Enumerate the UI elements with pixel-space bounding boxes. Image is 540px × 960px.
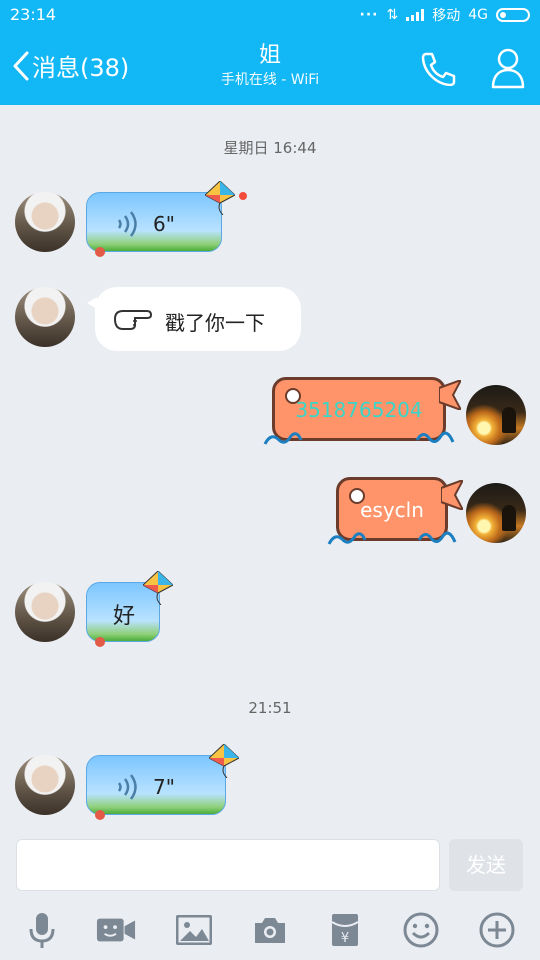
wave-decoration	[415, 431, 455, 443]
voice-message[interactable]: 7"	[86, 744, 239, 820]
emoji-icon	[403, 912, 439, 948]
camera-button[interactable]	[250, 910, 290, 950]
chat-subtitle: 手机在线 - WiFi	[220, 72, 320, 88]
voice-message[interactable]: 6"	[86, 181, 235, 257]
chat-title-block: 姐 手机在线 - WiFi	[170, 42, 370, 90]
message-text: esycln	[360, 498, 424, 522]
send-button[interactable]: 发送	[449, 839, 523, 891]
back-button[interactable]: 消息(38)	[12, 48, 129, 83]
message-timestamp: 星期日 16:44	[223, 139, 317, 157]
poke-message[interactable]: 戳了你一下	[87, 287, 301, 351]
message-input[interactable]	[16, 839, 440, 891]
chat-header: 消息(38) 姐 手机在线 - WiFi	[0, 30, 540, 105]
status-time: 23:14	[10, 5, 57, 24]
status-bar: 23:14 ··· ⇅ 移动 4G	[0, 0, 540, 30]
plus-icon	[479, 912, 515, 948]
sent-message[interactable]: esycln	[327, 477, 463, 545]
kite-icon	[209, 744, 239, 778]
text-message[interactable]: 好	[86, 571, 173, 647]
video-button[interactable]	[96, 910, 136, 950]
contact-avatar[interactable]	[15, 287, 75, 347]
my-avatar[interactable]	[466, 385, 526, 445]
sent-message[interactable]: 3518765204	[263, 377, 461, 445]
contact-avatar[interactable]	[15, 582, 75, 642]
input-bar: 发送	[0, 830, 540, 900]
image-icon	[176, 915, 212, 945]
message-text: 3518765204	[295, 398, 423, 422]
emoji-button[interactable]	[401, 910, 441, 950]
voice-input-button[interactable]	[22, 910, 62, 950]
carrier-label: 移动	[432, 8, 461, 24]
back-label: 消息(38)	[32, 54, 130, 82]
voice-duration: 6"	[153, 212, 175, 236]
wave-decoration	[263, 432, 303, 445]
person-icon	[491, 48, 525, 89]
mic-icon	[29, 913, 55, 948]
more-button[interactable]	[477, 910, 517, 950]
poke-text: 戳了你一下	[165, 311, 265, 335]
wave-decoration	[327, 532, 367, 545]
kite-icon	[205, 181, 235, 215]
battery-icon	[496, 8, 530, 22]
wave-decoration	[417, 531, 457, 543]
network-label: 4G	[468, 7, 488, 23]
contact-avatar[interactable]	[15, 192, 75, 252]
message-text: 好	[113, 604, 136, 629]
my-avatar[interactable]	[466, 483, 526, 543]
voice-wave-icon	[117, 774, 137, 800]
red-packet-button[interactable]: ¥	[325, 910, 365, 950]
message-timestamp: 21:51	[248, 699, 292, 717]
red-packet-icon: ¥	[331, 914, 359, 946]
video-icon	[96, 918, 136, 942]
image-button[interactable]	[174, 910, 214, 950]
chevron-left-icon	[13, 51, 29, 80]
voice-duration: 7"	[153, 775, 175, 799]
voice-wave-icon	[117, 211, 137, 237]
bubble-decoration	[95, 810, 105, 820]
call-button[interactable]	[418, 50, 458, 90]
bubble-decoration	[95, 247, 105, 257]
status-icons: ··· ⇅ 移动 4G	[360, 5, 530, 25]
phone-icon	[421, 52, 456, 87]
poke-hand-icon	[113, 310, 153, 330]
contact-avatar[interactable]	[15, 755, 75, 815]
data-arrows-icon: ⇅	[386, 7, 399, 23]
unread-dot	[239, 192, 247, 200]
bubble-decoration	[95, 637, 105, 647]
signal-icon	[406, 9, 425, 21]
svg-text:¥: ¥	[341, 931, 349, 946]
kite-icon	[143, 571, 173, 605]
chat-title: 姐	[258, 43, 281, 68]
camera-icon	[255, 918, 285, 943]
input-toolbar: ¥	[0, 900, 540, 960]
profile-button[interactable]	[490, 47, 526, 93]
more-dots-icon: ···	[359, 7, 379, 23]
message-list[interactable]: 星期日 16:44 6" 戳了你一下 3518765204 esycln 好 2…	[0, 105, 540, 830]
